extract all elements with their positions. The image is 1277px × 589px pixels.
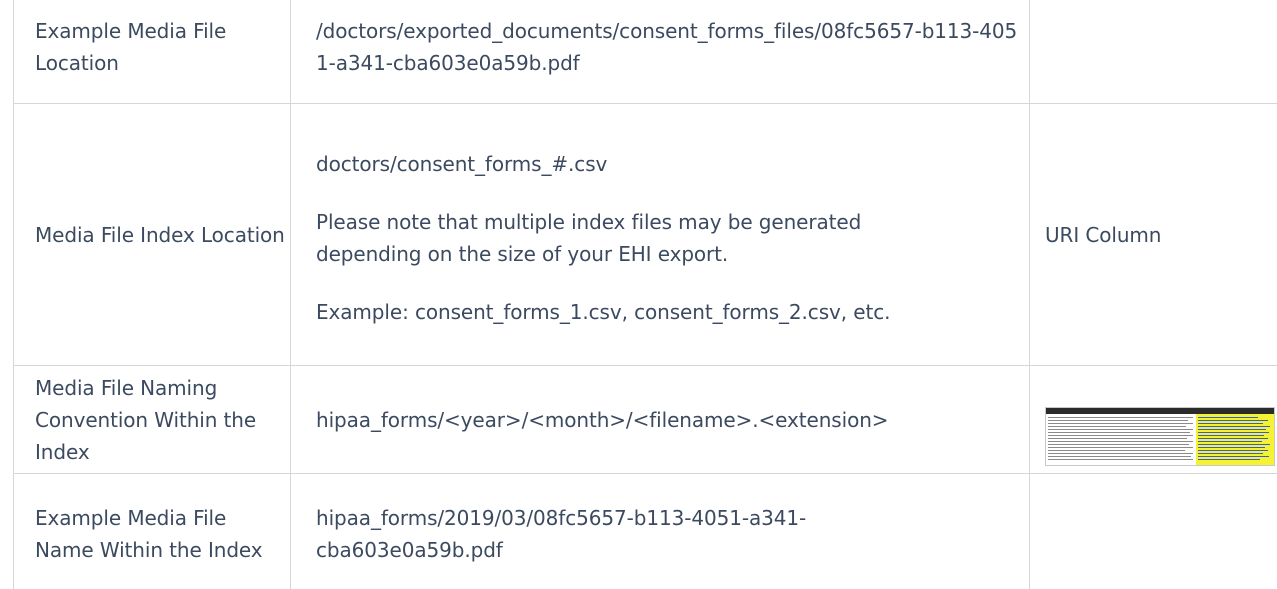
- row-label-text: Example Media File Location: [35, 18, 227, 75]
- table-row-extra: URI Column: [1045, 104, 1277, 365]
- table-row-label: Example Media File Location: [35, 0, 287, 103]
- row-value-text: hipaa_forms/<year>/<month>/<filename>.<e…: [316, 407, 889, 432]
- table-row-label: Media File Index Location: [35, 104, 287, 365]
- table-row-value: /doctors/exported_documents/consent_form…: [316, 0, 1028, 103]
- table-row-value: doctors/consent_forms_#.csv Please note …: [316, 104, 1028, 365]
- uri-column-text: URI Column: [1045, 222, 1162, 247]
- table-row-label: Media File Naming Convention Within the …: [35, 366, 287, 473]
- spreadsheet-screenshot-icon: [1045, 407, 1275, 466]
- column-divider: [13, 0, 14, 589]
- row-label-text: Media File Index Location: [35, 222, 285, 247]
- column-divider: [1029, 0, 1030, 589]
- index-example-text: Example: consent_forms_1.csv, consent_fo…: [316, 300, 891, 324]
- row-label-text: Example Media File Name Within the Index: [35, 505, 263, 562]
- media-file-table: Example Media File Location /doctors/exp…: [0, 0, 1277, 589]
- column-divider: [290, 0, 291, 589]
- table-row-label: Example Media File Name Within the Index: [35, 474, 287, 589]
- row-value-text: hipaa_forms/2019/03/08fc5657-b113-4051-a…: [316, 505, 807, 562]
- index-path-text: doctors/consent_forms_#.csv: [316, 152, 608, 176]
- table-row-value: hipaa_forms/2019/03/08fc5657-b113-4051-a…: [316, 474, 1028, 589]
- row-value-text: /doctors/exported_documents/consent_form…: [316, 18, 1018, 75]
- index-note-text: Please note that multiple index files ma…: [316, 210, 862, 266]
- row-label-text: Media File Naming Convention Within the …: [35, 375, 257, 464]
- table-row-value: hipaa_forms/<year>/<month>/<filename>.<e…: [316, 366, 1028, 473]
